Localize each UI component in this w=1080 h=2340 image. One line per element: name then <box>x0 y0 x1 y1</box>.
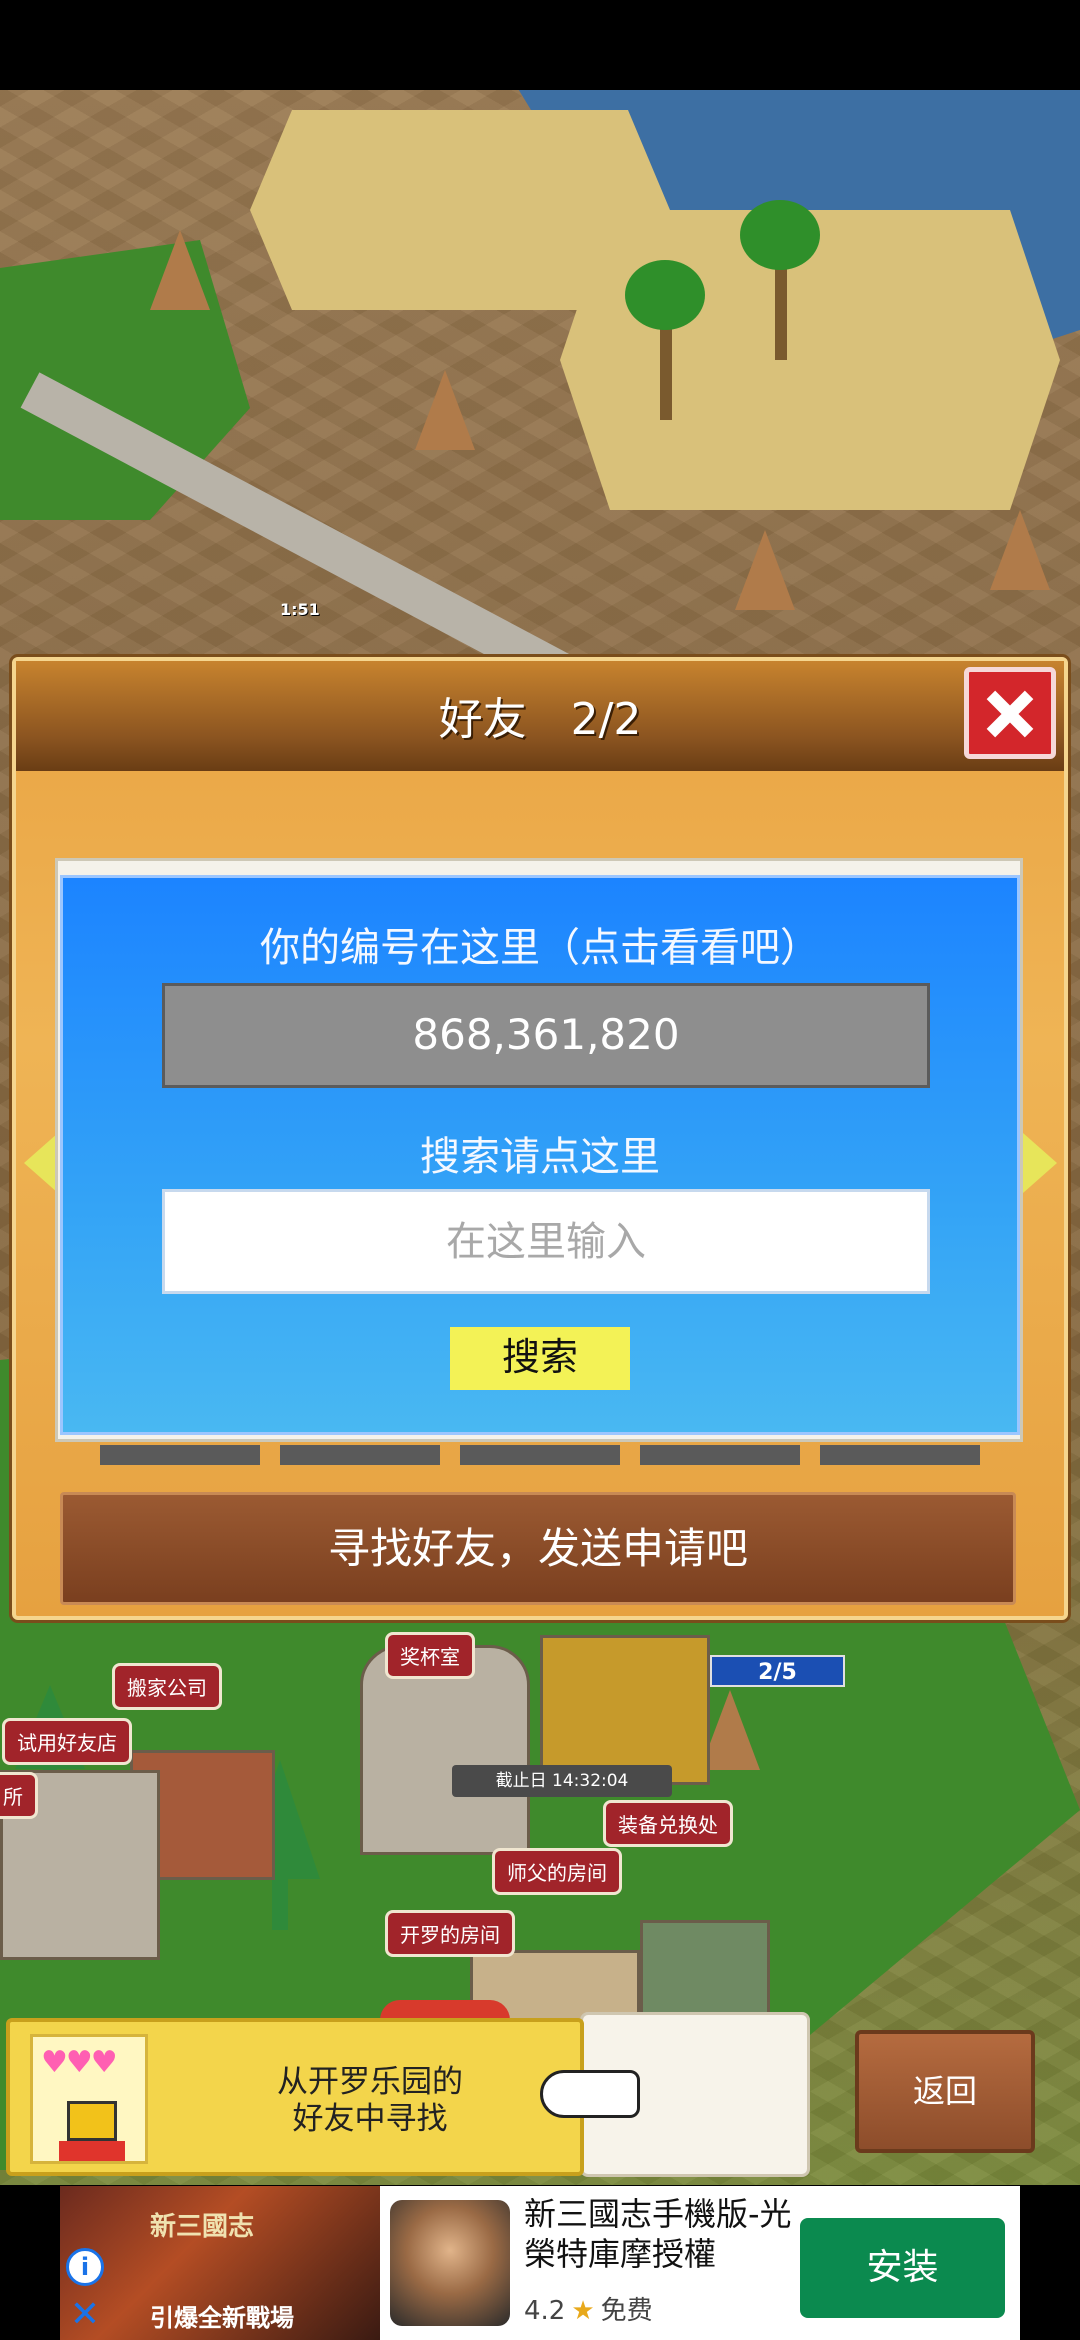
star-icon: ★ <box>571 2296 595 2326</box>
id-prompt[interactable]: 你的编号在这里（点击看看吧） <box>60 915 1020 973</box>
kairo-friends-button[interactable]: ♥♥♥ 从开罗乐园的 好友中寻找 <box>6 2018 584 2176</box>
ad-image[interactable]: 新三國志 引爆全新戰場 <box>60 2186 380 2340</box>
deadline-timer: 截止日 14:32:04 <box>452 1765 672 1797</box>
palace-building[interactable] <box>540 1635 710 1785</box>
page-tab[interactable] <box>820 1445 980 1465</box>
ad-title[interactable]: 新三國志手機版-光榮特庫摩授權 <box>524 2194 814 2274</box>
dialog-title: 好友 2/2 <box>438 694 642 745</box>
label-moving-company[interactable]: 搬家公司 <box>112 1663 222 1710</box>
close-icon[interactable] <box>964 667 1056 759</box>
ad-image-subtitle: 引爆全新戰場 <box>150 2304 294 2332</box>
arrow-right-icon[interactable] <box>1023 1133 1057 1193</box>
ad-app-icon[interactable] <box>390 2200 510 2326</box>
close-icon[interactable]: ✕ <box>66 2296 104 2334</box>
kairo-text-line2: 好友中寻找 <box>292 2101 448 2137</box>
page-tab[interactable] <box>100 1445 260 1465</box>
robot-body <box>59 2141 125 2161</box>
robot-avatar-icon: ♥♥♥ <box>30 2034 148 2164</box>
label-partial-left[interactable]: 所 <box>0 1772 38 1819</box>
rock-spire <box>735 530 795 610</box>
label-equipment-exchange[interactable]: 装备兑换处 <box>603 1800 733 1847</box>
robot-head <box>67 2101 117 2141</box>
player-id-box[interactable]: 868,361,820 <box>162 983 930 1088</box>
ad-banner[interactable]: 新三國志 引爆全新戰場 i ✕ 新三國志手機版-光榮特庫摩授權 4.2 ★ 免费 安… <box>60 2186 1020 2340</box>
pointing-hand-icon <box>540 2070 640 2118</box>
find-friends-button[interactable]: 寻找好友，发送申请吧 <box>60 1492 1016 1605</box>
search-input[interactable] <box>162 1189 930 1294</box>
back-button[interactable]: 返回 <box>855 2030 1035 2153</box>
palm-tree <box>735 200 825 360</box>
label-kairo-room[interactable]: 开罗的房间 <box>385 1910 515 1957</box>
arrow-left-icon[interactable] <box>24 1133 58 1193</box>
player-timer: 1:51 <box>280 600 320 619</box>
progress-counter: 2/5 <box>710 1655 845 1687</box>
hearts-icon: ♥♥♥ <box>41 2045 118 2080</box>
label-master-room[interactable]: 师父的房间 <box>492 1848 622 1895</box>
palm-tree <box>620 260 710 420</box>
page-tab[interactable] <box>640 1445 800 1465</box>
ad-rating-value: 4.2 <box>524 2296 566 2326</box>
rock-spire <box>990 510 1050 590</box>
rock-spire <box>415 370 475 450</box>
dialog-title-bar: 好友 2/2 <box>16 661 1064 771</box>
info-icon[interactable]: i <box>66 2248 104 2286</box>
ad-image-title: 新三國志 <box>150 2212 255 2242</box>
install-button[interactable]: 安装 <box>800 2218 1005 2318</box>
ad-price: 免费 <box>600 2296 653 2326</box>
kairo-text-line1: 从开罗乐园的 <box>277 2064 463 2100</box>
page-tab[interactable] <box>280 1445 440 1465</box>
label-trophy-room[interactable]: 奖杯室 <box>385 1632 475 1679</box>
search-prompt: 搜索请点这里 <box>420 1134 660 1180</box>
search-button[interactable]: 搜索 <box>450 1327 630 1390</box>
label-trial-friend-shop[interactable]: 试用好友店 <box>2 1718 132 1765</box>
page-tab[interactable] <box>460 1445 620 1465</box>
ad-rating-row: 4.2 ★ 免费 <box>524 2290 653 2327</box>
kairo-banner-text: 从开罗乐园的 好友中寻找 <box>170 2064 570 2138</box>
